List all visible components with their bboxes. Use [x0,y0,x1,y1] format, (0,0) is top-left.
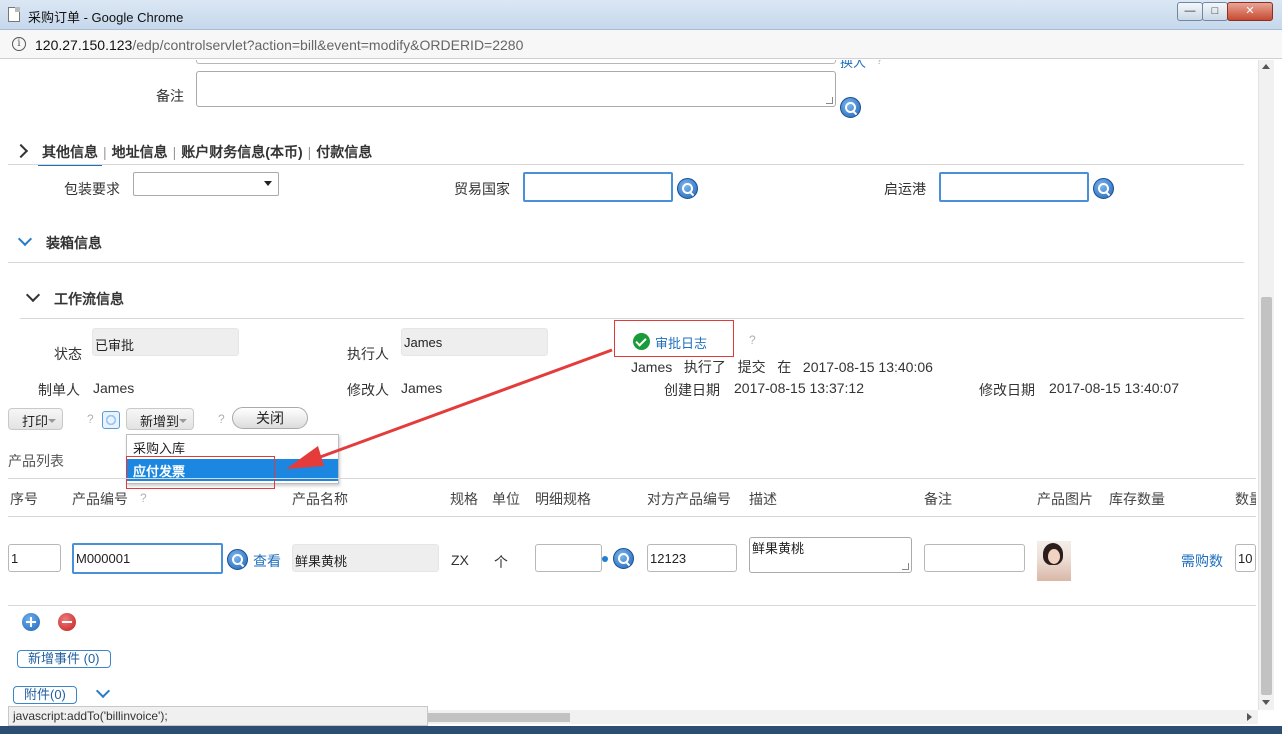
annotation-arrow [286,348,613,469]
annotation-arrow-head [286,446,324,469]
scrollbar-thumb[interactable] [1261,297,1272,695]
status-bar: javascript:addTo('billinvoice'); [8,706,428,726]
vertical-scrollbar[interactable] [1258,60,1274,710]
horizontal-scrollbar[interactable] [428,710,1258,724]
taskbar [0,726,1282,734]
scroll-up-icon[interactable] [1262,64,1270,69]
scroll-down-icon[interactable] [1262,700,1270,705]
scroll-right-icon[interactable] [1247,713,1252,721]
scrollbar-thumb[interactable] [428,713,570,722]
annotation-arrow-line [311,348,613,462]
